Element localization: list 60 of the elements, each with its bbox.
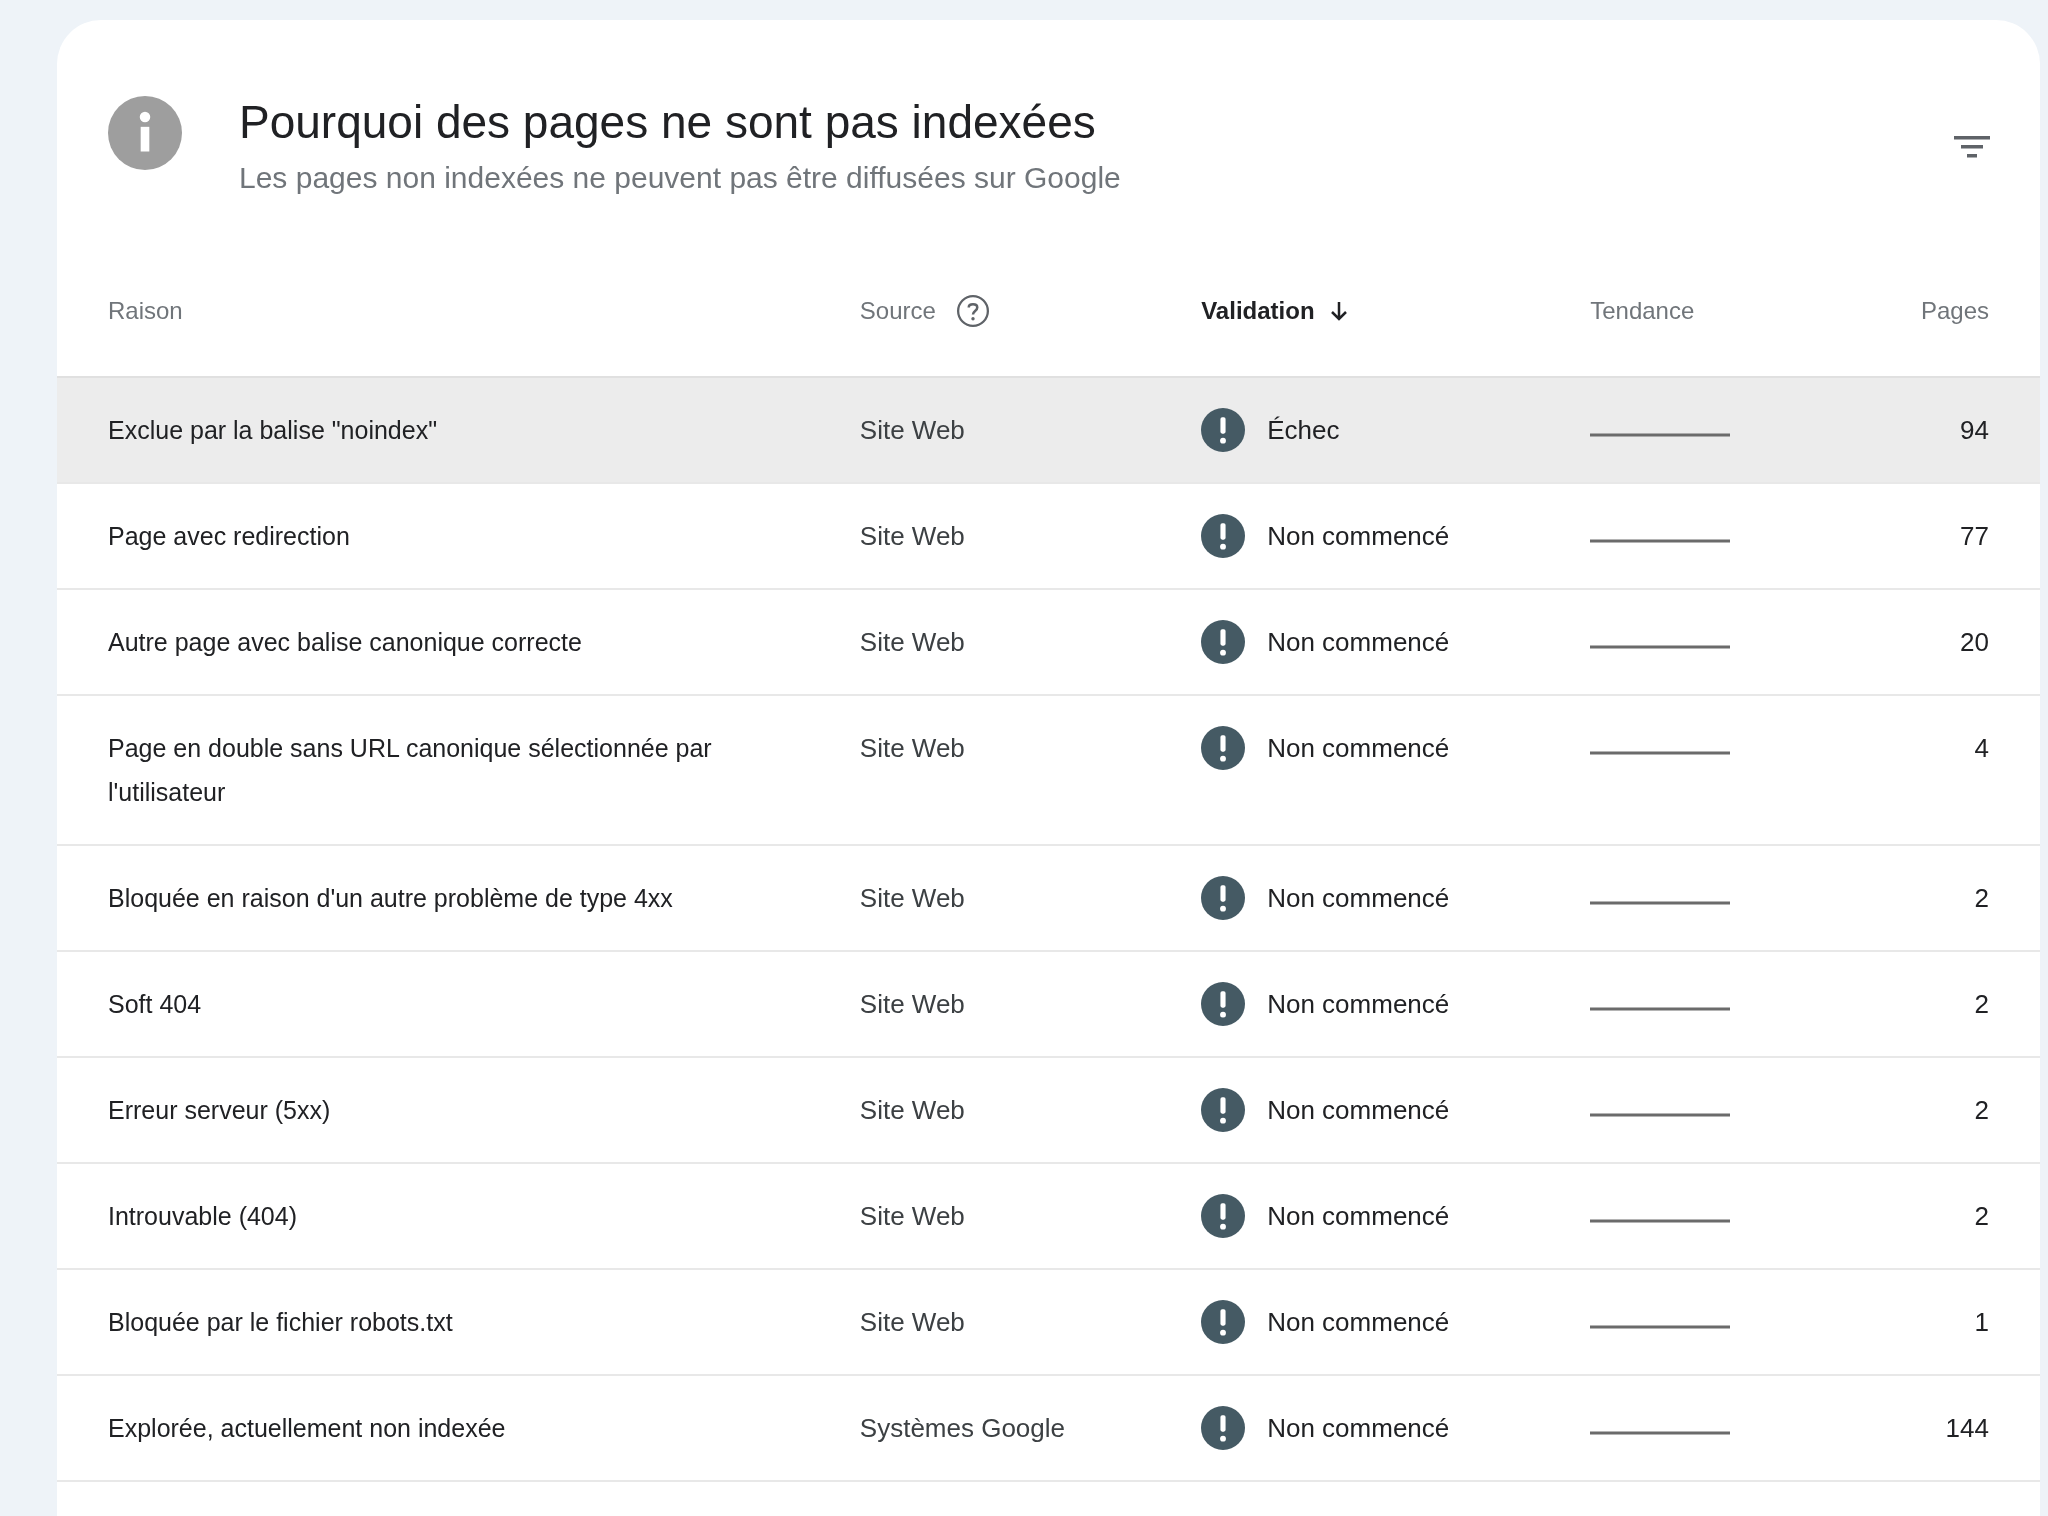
source-text: Site Web: [859, 521, 965, 551]
source-text: Site Web: [859, 733, 965, 763]
source-text: Site Web: [859, 989, 965, 1019]
pages-count: 94: [1960, 414, 1989, 447]
validation-status: Non commencé: [1267, 1200, 1450, 1233]
pages-count: 77: [1960, 520, 1989, 553]
exclamation-icon: [1201, 514, 1246, 558]
reason-text: Bloquée par le fichier robots.txt: [108, 1307, 454, 1338]
reason-text: Explorée, actuellement non indexée: [108, 1413, 507, 1444]
reason-text: Autre page avec balise canonique correcte: [108, 627, 583, 658]
pages-count: 2: [1974, 988, 1989, 1021]
exclamation-icon: [1201, 982, 1246, 1026]
pages-count: 2: [1974, 1094, 1989, 1127]
validation-status: Non commencé: [1267, 626, 1450, 659]
reason-text: Page avec redirection: [108, 521, 351, 552]
section-subtitle: Les pages non indexées ne peuvent pas être diffusées sur Google: [239, 160, 1122, 196]
source-text: Site Web: [859, 1095, 965, 1125]
source-text: Site Web: [859, 1307, 965, 1337]
exclamation-icon: [1201, 876, 1246, 920]
exclamation-icon: [1201, 1194, 1246, 1238]
validation-status: Non commencé: [1267, 1412, 1450, 1445]
pages-count: 144: [1945, 1412, 1989, 1445]
source-text: Site Web: [859, 1201, 965, 1231]
info-icon: [108, 96, 182, 170]
pages-count: 20: [1960, 626, 1989, 659]
pages-count: 4: [1974, 732, 1989, 765]
reason-text: Erreur serveur (5xx): [108, 1095, 332, 1126]
validation-status: Non commencé: [1267, 520, 1450, 553]
section-title: Pourquoi des pages ne sont pas indexées: [239, 95, 1097, 150]
column-header[interactable]: Raison: [108, 293, 183, 329]
reason-text: Exclue par la balise "noindex": [108, 415, 439, 446]
exclamation-icon: [1201, 1406, 1246, 1450]
reason-text: Introuvable (404): [108, 1201, 298, 1232]
validation-status: Non commencé: [1267, 1094, 1450, 1127]
column-header[interactable]: Pages: [1920, 293, 1989, 329]
table-row[interactable]: Exclue par la balise "noindex" Site Web Échec 94: [57, 378, 2040, 484]
validation-status: Non commencé: [1267, 732, 1450, 765]
reason-text: Bloquée en raison d'un autre problème de type 4xx: [108, 883, 674, 914]
validation-status: Échec: [1267, 414, 1340, 447]
exclamation-icon: [1201, 408, 1246, 452]
reason-text: Soft 404: [108, 989, 203, 1020]
source-text: Site Web: [859, 415, 965, 445]
column-header[interactable]: Source: [859, 293, 936, 329]
exclamation-icon: [1201, 726, 1246, 770]
reason-text: Page en double sans URL canonique sélectionnée par l'utilisateur: [108, 733, 713, 808]
source-text: Site Web: [859, 627, 965, 657]
source-text: Systèmes Google: [859, 1413, 1066, 1443]
column-header[interactable]: Tendance: [1590, 293, 1695, 329]
column-header[interactable]: Validation: [1201, 293, 1351, 329]
validation-status: Non commencé: [1267, 988, 1450, 1021]
source-text: Site Web: [859, 883, 965, 913]
pages-count: 1: [1974, 1306, 1989, 1339]
exclamation-icon: [1201, 1088, 1246, 1132]
exclamation-icon: [1201, 620, 1246, 664]
exclamation-icon: [1201, 1300, 1246, 1344]
help-icon[interactable]: [955, 294, 990, 328]
validation-status: Non commencé: [1267, 1306, 1450, 1339]
pages-count: 2: [1974, 882, 1989, 915]
pages-count: 2: [1974, 1200, 1989, 1233]
validation-status: Non commencé: [1267, 882, 1450, 915]
